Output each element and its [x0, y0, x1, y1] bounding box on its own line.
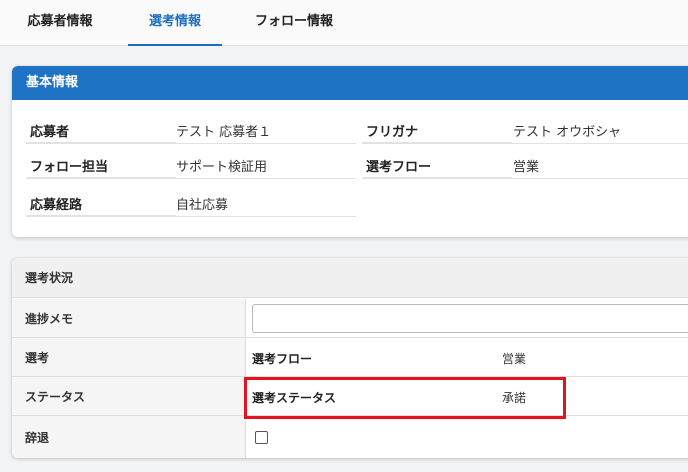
source-value: 自社応募 — [172, 195, 356, 217]
selection-flow-value: 営業 — [509, 157, 688, 179]
follow-owner-label: フォロー担当 — [26, 157, 176, 179]
selection-status-card: 選考状況 進捗メモ 選考 選考フロー 営業 ステータス 選考ステータス 承諾 辞… — [12, 258, 688, 458]
highlight-box — [244, 377, 566, 419]
selection-flow-value-text: 営業 — [502, 352, 527, 366]
tab-follow-info[interactable]: フォロー情報 — [238, 0, 350, 46]
memo-label: 進捗メモ — [12, 299, 246, 337]
tab-selection-info[interactable]: 選考情報 — [128, 0, 222, 46]
applicant-label: 応募者 — [26, 122, 176, 144]
selection-flow-sublabel: 選考フロー — [252, 352, 313, 366]
progress-memo-input[interactable] — [252, 304, 688, 333]
applicant-value: テスト 応募者１ — [172, 122, 356, 144]
decline-label: 辞退 — [12, 416, 246, 458]
follow-owner-value: サポート検証用 — [172, 157, 356, 179]
basic-info-card: 基本情報 応募者 テスト 応募者１ フリガナ テスト オウボシャ フォロー担当 … — [12, 66, 688, 237]
tab-applicant-info[interactable]: 応募者情報 — [14, 0, 106, 46]
selection-status-title: 選考状況 — [12, 258, 688, 298]
furigana-label: フリガナ — [362, 122, 512, 144]
selection-flow-label: 選考フロー — [362, 157, 512, 179]
selection-label: 選考 — [12, 338, 246, 376]
tab-bar: 応募者情報 選考情報 フォロー情報 — [0, 0, 688, 46]
decline-row: 辞退 — [12, 416, 688, 458]
furigana-value: テスト オウボシャ — [509, 122, 688, 144]
decline-checkbox[interactable] — [255, 431, 268, 444]
selection-row: 選考 選考フロー 営業 — [12, 338, 688, 377]
basic-info-title: 基本情報 — [12, 66, 688, 100]
source-label: 応募経路 — [26, 195, 176, 217]
status-label: ステータス — [12, 377, 246, 415]
memo-row: 進捗メモ — [12, 299, 688, 338]
